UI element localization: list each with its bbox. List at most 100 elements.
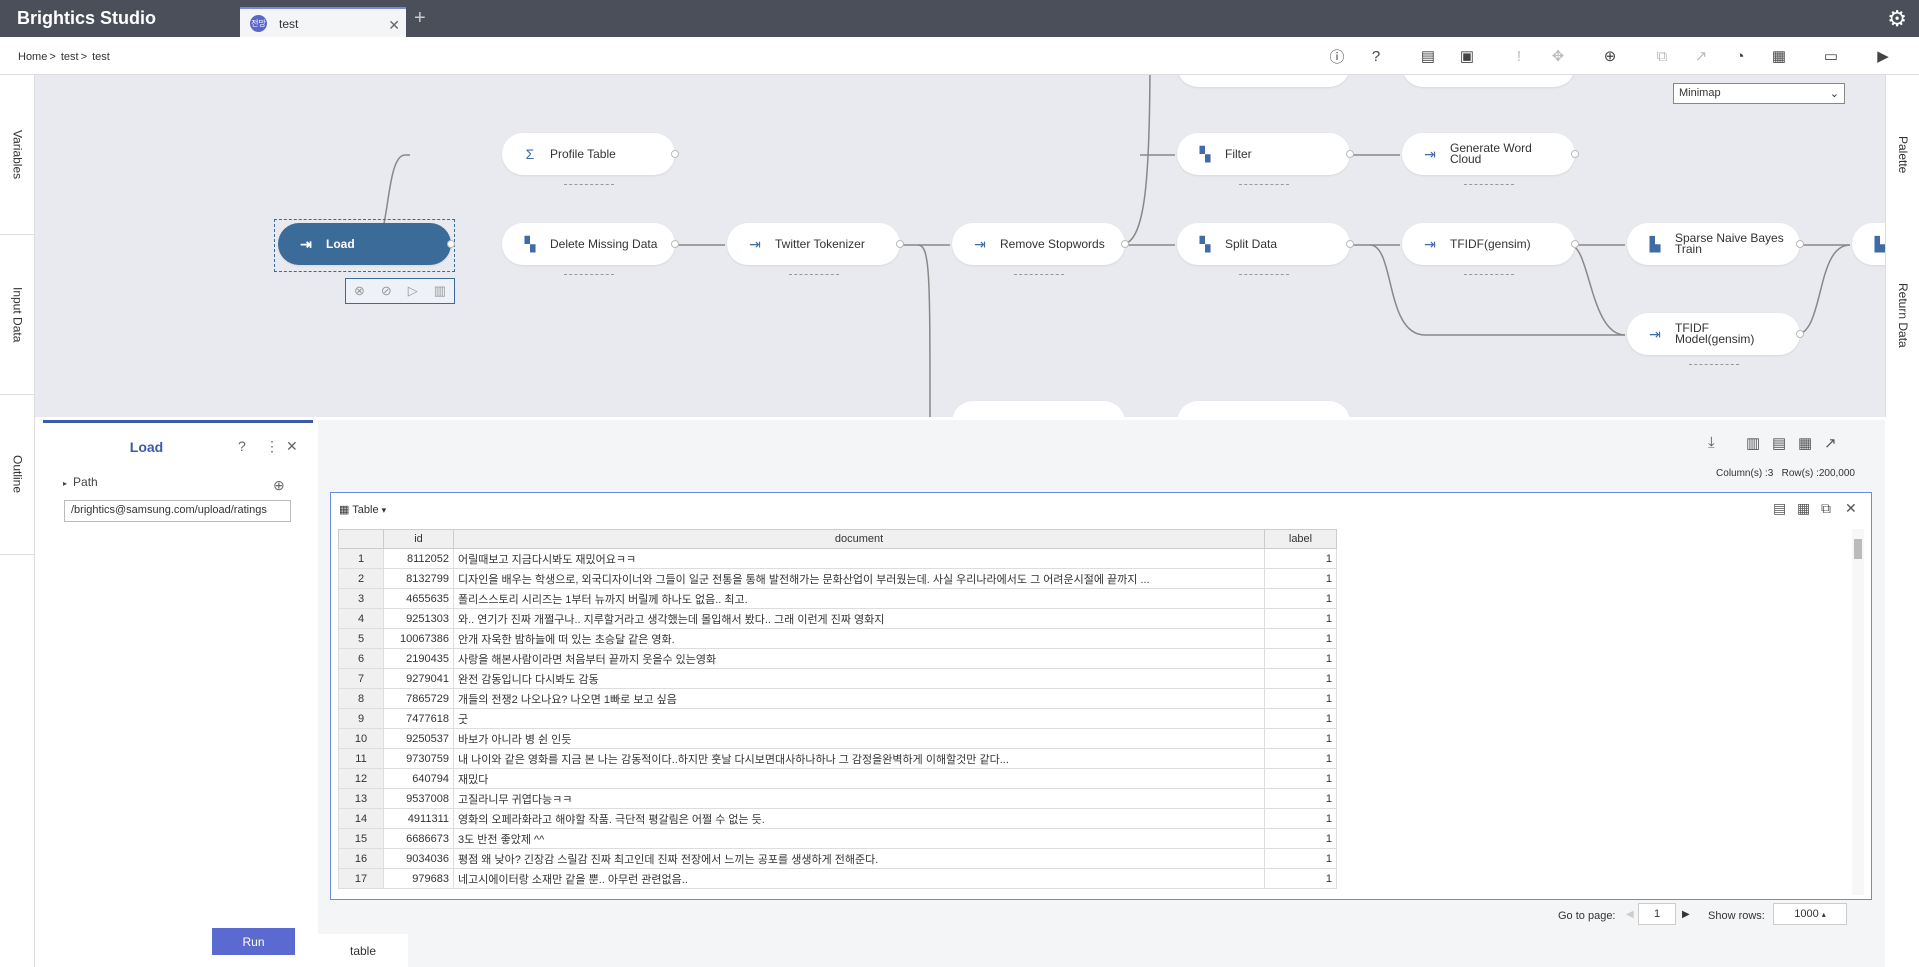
node-partial[interactable] (1177, 75, 1350, 87)
split-horizontal-icon[interactable]: ▤ (1772, 434, 1786, 452)
remove-icon[interactable]: ⊗ (354, 283, 365, 299)
tab-test[interactable]: 전망 test ✕ (240, 7, 406, 38)
port[interactable] (896, 240, 904, 248)
close-icon[interactable]: ✕ (1845, 500, 1857, 517)
table-row[interactable]: 4 9251303 와.. 연기가 진짜 개쩔구나.. 지루할거라고 생각했는데 몰… (338, 608, 1337, 629)
move-icon[interactable]: ✥ (1548, 46, 1568, 66)
minimap-select[interactable]: Minimap ⌄ (1673, 83, 1845, 104)
node-tfidf-model[interactable]: ⇥ TFIDF Model(gensim) (1627, 313, 1804, 365)
page-input[interactable]: 1 (1638, 903, 1676, 925)
add-tab-icon[interactable]: + (414, 8, 426, 28)
warning-icon[interactable]: ! (1509, 46, 1529, 66)
table-row[interactable]: 3 4655635 폴리스스토리 시리즈는 1부터 뉴까지 버릴께 하나도 없음..… (338, 588, 1337, 609)
zoom-icon[interactable]: ⊕ (1600, 46, 1620, 66)
grid-icon[interactable]: ▦ (1798, 434, 1812, 452)
port[interactable] (671, 150, 679, 158)
flow-canvas[interactable]: ⇥ Load ⊗ ⊘ ▷ ▥ Σ Profile Table ▚ Delete Missin… (35, 75, 1885, 417)
path-label[interactable]: ▸ Path (63, 475, 98, 489)
rail-return-data[interactable]: Return Data (1886, 235, 1919, 395)
port[interactable] (1796, 330, 1804, 338)
help-icon[interactable]: ? (1366, 46, 1386, 66)
node-delete-missing[interactable]: ▚ Delete Missing Data (502, 223, 679, 275)
download-icon[interactable]: ⤓ (1708, 434, 1715, 451)
add-icon[interactable]: ▤ (1773, 500, 1786, 517)
header-document[interactable]: document (453, 529, 1265, 549)
scroll-thumb[interactable] (1854, 539, 1862, 559)
table-row[interactable]: 9 7477618 굿 1 (338, 708, 1337, 729)
rail-input-data[interactable]: Input Data (0, 235, 35, 395)
calendar-icon[interactable]: ▭ (1821, 46, 1841, 66)
port[interactable] (1121, 240, 1129, 248)
port[interactable] (1346, 240, 1354, 248)
table-scrollbar[interactable] (1852, 529, 1864, 895)
run-node-icon[interactable]: ▷ (408, 283, 418, 299)
table-row[interactable]: 2 8132799 디자인을 배우는 학생으로, 외국디자이너와 그들이 일군 전통… (338, 568, 1337, 589)
node-generate-word-cloud[interactable]: ⇥ Generate Word Cloud (1402, 133, 1579, 185)
delete-icon[interactable]: ▥ (434, 283, 446, 299)
gear-icon[interactable]: ⚙ (1887, 6, 1907, 32)
port[interactable] (1571, 240, 1579, 248)
node-partial[interactable] (952, 401, 1125, 417)
port[interactable] (447, 240, 455, 248)
node-split-data[interactable]: ▚ Split Data (1177, 223, 1354, 275)
history-icon[interactable]: ◔ (1730, 46, 1750, 66)
export-icon[interactable]: ↗ (1691, 46, 1711, 66)
table-row[interactable]: 8 7865729 개들의 전쟁2 나오나요? 나오면 1빠로 보고 싶음 1 (338, 688, 1337, 709)
rows-select[interactable]: 1000 ▴ (1773, 903, 1847, 925)
disable-icon[interactable]: ⊘ (381, 283, 392, 299)
copy-icon[interactable]: ⧉ (1652, 46, 1672, 66)
more-icon[interactable]: ⋮ (265, 438, 279, 455)
next-page-icon[interactable]: ▶ (1682, 909, 1690, 920)
port[interactable] (671, 240, 679, 248)
port[interactable] (1346, 150, 1354, 158)
prev-page-icon[interactable]: ◀ (1626, 909, 1634, 920)
rail-palette[interactable]: Palette (1886, 75, 1919, 235)
node-remove-stopwords[interactable]: ⇥ Remove Stopwords (952, 223, 1129, 275)
columns-icon[interactable]: ▦ (1797, 500, 1810, 517)
table-row[interactable]: 12 640794 재밌다 1 (338, 768, 1337, 789)
clipboard-icon[interactable]: ▦ (1769, 46, 1789, 66)
info-icon[interactable]: ⓘ (1327, 46, 1347, 66)
port[interactable] (1571, 150, 1579, 158)
globe-icon[interactable]: ⊕ (273, 477, 285, 494)
close-icon[interactable]: ✕ (388, 17, 400, 34)
breadcrumb-home[interactable]: Home (18, 51, 47, 63)
rail-outline[interactable]: Outline (0, 395, 35, 555)
table-row[interactable]: 11 9730759 내 나이와 같은 영화를 지금 본 나는 감동적이다..하지만… (338, 748, 1337, 769)
popout-icon[interactable]: ↗ (1824, 434, 1837, 452)
rail-variables[interactable]: Variables (0, 75, 35, 235)
table-view-select[interactable]: ▦ Table ▾ (339, 503, 386, 516)
header-label[interactable]: label (1264, 529, 1337, 549)
node-profile-table[interactable]: Σ Profile Table (502, 133, 679, 185)
split-vertical-icon[interactable]: ▥ (1746, 434, 1760, 452)
table-row[interactable]: 1 8112052 어릴때보고 지금다시봐도 재밌어요ㅋㅋ 1 (338, 548, 1337, 569)
table-row[interactable]: 5 10067386 안개 자욱한 밤하늘에 떠 있는 초승달 같은 영화. 1 (338, 628, 1337, 649)
table-row[interactable]: 15 6686673 3도 반전 좋았제 ^^ 1 (338, 828, 1337, 849)
table-row[interactable]: 10 9250537 바보가 아니라 병 쉰 인듯 1 (338, 728, 1337, 749)
preview-icon[interactable]: ▣ (1457, 46, 1477, 66)
node-sparse-naive-bayes[interactable]: ▙ Sparse Naive Bayes Train (1627, 223, 1804, 265)
table-row[interactable]: 7 9279041 완전 감동입니다 다시봐도 감동 1 (338, 668, 1337, 689)
play-icon[interactable]: ▶ (1873, 46, 1893, 66)
node-partial[interactable] (1402, 75, 1575, 87)
run-button[interactable]: Run (212, 928, 295, 955)
table-row[interactable]: 14 4911311 영화의 오페라화라고 해야할 작품. 극단적 평갈림은 어쩔 … (338, 808, 1337, 829)
node-load[interactable]: ⇥ Load (278, 223, 455, 265)
report-icon[interactable]: ▤ (1418, 46, 1438, 66)
copy-icon[interactable]: ⧉ (1821, 500, 1831, 517)
path-input[interactable]: /brightics@samsung.com/upload/ratings (64, 500, 291, 522)
help-icon[interactable]: ? (238, 438, 246, 454)
node-filter[interactable]: ▚ Filter (1177, 133, 1354, 185)
node-partial[interactable] (1177, 401, 1350, 417)
table-row[interactable]: 6 2190435 사랑을 해본사람이라면 처음부터 끝까지 웃을수 있는영화 1 (338, 648, 1337, 669)
header-id[interactable]: id (383, 529, 454, 549)
port[interactable] (1796, 240, 1804, 248)
table-row[interactable]: 17 979683 네고시에이터랑 소재만 같을 뿐.. 아무런 관련없음.. 1 (338, 868, 1337, 889)
breadcrumb-project[interactable]: test (61, 51, 79, 63)
table-row[interactable]: 16 9034036 평점 왜 낮아? 긴장감 스릴감 진짜 최고인데 진짜 전장에… (338, 848, 1337, 869)
table-row[interactable]: 13 9537008 고질라니무 귀엽다능ㅋㅋ 1 (338, 788, 1337, 809)
close-icon[interactable]: ✕ (286, 438, 298, 455)
tab-table[interactable]: table (318, 934, 408, 967)
node-tfidf[interactable]: ⇥ TFIDF(gensim) (1402, 223, 1579, 275)
node-twitter-tokenizer[interactable]: ⇥ Twitter Tokenizer (727, 223, 904, 275)
